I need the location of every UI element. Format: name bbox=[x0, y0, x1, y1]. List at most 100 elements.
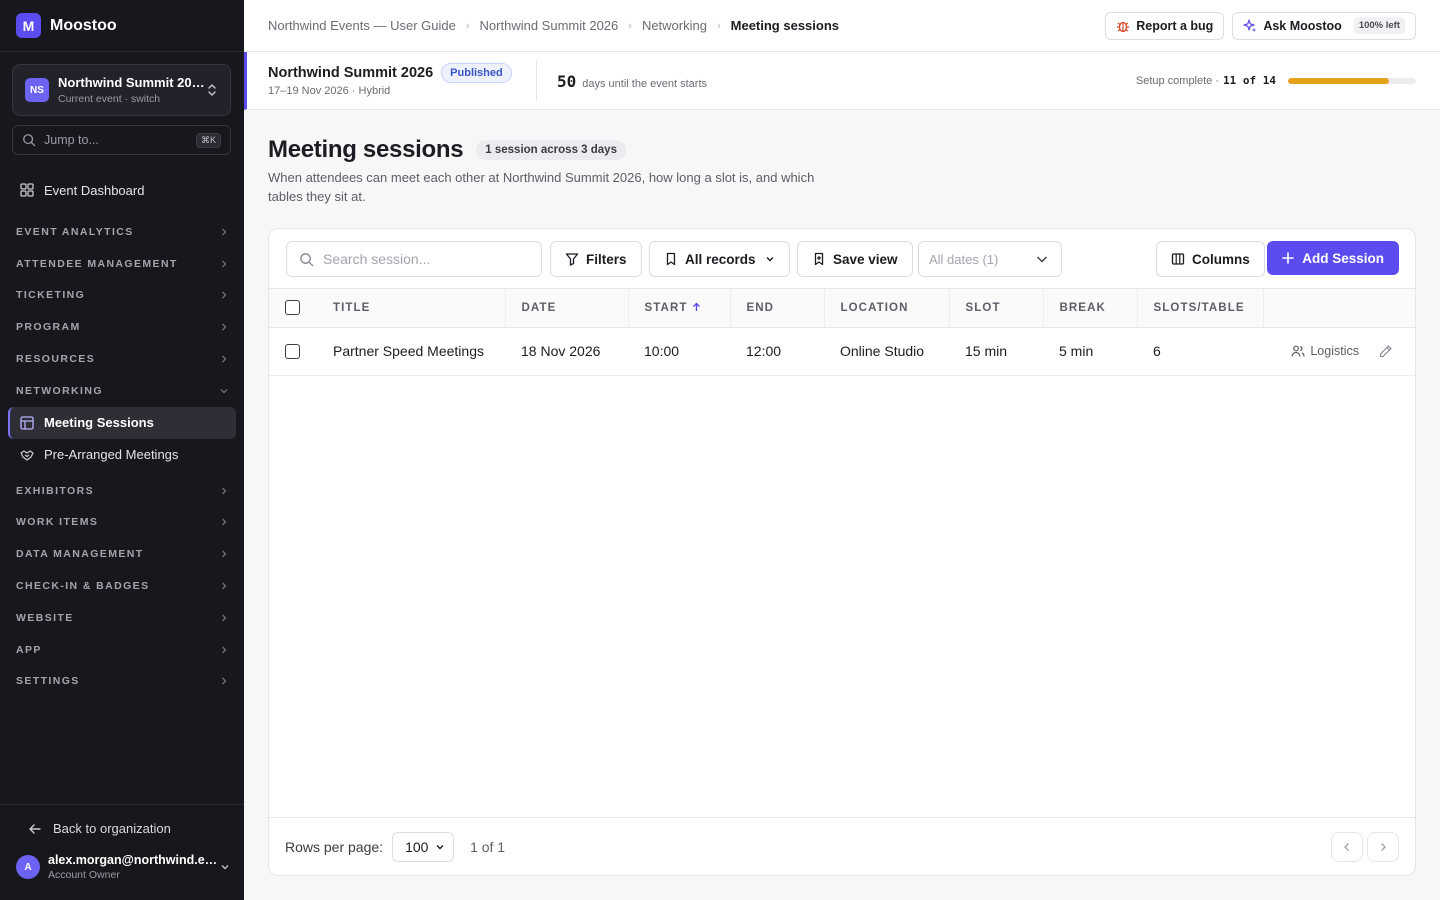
breadcrumb-item[interactable]: Networking bbox=[642, 18, 707, 33]
filters-button[interactable]: Filters bbox=[550, 241, 642, 277]
sidebar-section-label: SETTINGS bbox=[16, 675, 80, 688]
date-filter-select[interactable]: All dates (1) bbox=[918, 241, 1062, 277]
chevron-right-icon bbox=[222, 260, 227, 268]
chevron-right-icon bbox=[222, 646, 227, 654]
page-title: Meeting sessions bbox=[268, 136, 464, 163]
chevron-right-icon bbox=[222, 614, 227, 622]
chevron-right-icon: › bbox=[628, 19, 632, 32]
sidebar-section-label: DATA MANAGEMENT bbox=[16, 548, 144, 561]
rows-per-page-select[interactable]: 100 bbox=[392, 831, 455, 862]
column-header-actions bbox=[1263, 289, 1415, 328]
cell-slots-per-table: 6 bbox=[1137, 327, 1263, 376]
add-session-label: Add Session bbox=[1302, 250, 1384, 266]
select-all-checkbox[interactable] bbox=[285, 300, 300, 316]
sidebar-section-settings[interactable]: SETTINGS bbox=[8, 666, 236, 698]
columns-icon bbox=[1171, 253, 1185, 265]
columns-button[interactable]: Columns bbox=[1156, 241, 1265, 277]
sidebar-item-pre-arranged-meetings[interactable]: Pre-Arranged Meetings bbox=[8, 439, 236, 471]
save-view-button[interactable]: Save view bbox=[797, 241, 913, 277]
back-to-organization-link[interactable]: Back to organization bbox=[28, 821, 171, 836]
next-page-button[interactable] bbox=[1367, 831, 1399, 862]
cell-title: Partner Speed Meetings bbox=[317, 327, 505, 376]
column-header-slots-per-table[interactable]: SLOTS/TABLE bbox=[1137, 289, 1264, 328]
sidebar-section-attendee-management[interactable]: ATTENDEE MANAGEMENT bbox=[8, 248, 236, 280]
sidebar-section-work-items[interactable]: WORK ITEMS bbox=[8, 507, 236, 539]
cell-start: 10:00 bbox=[628, 327, 730, 376]
date-filter-value: All dates (1) bbox=[929, 251, 999, 267]
sidebar-section-check-in-badges[interactable]: CHECK-IN & BADGES bbox=[8, 570, 236, 602]
previous-page-button[interactable] bbox=[1331, 831, 1363, 862]
saved-views-dropdown[interactable]: All records bbox=[649, 241, 790, 277]
user-role: Account Owner bbox=[48, 869, 120, 881]
row-checkbox[interactable] bbox=[285, 344, 300, 360]
sidebar-section-label: TICKETING bbox=[16, 289, 86, 302]
add-session-button[interactable]: Add Session bbox=[1267, 241, 1399, 275]
avatar: A bbox=[16, 855, 40, 879]
jump-to-search[interactable]: Jump to... ⌘K bbox=[12, 125, 231, 155]
setup-progress-bar bbox=[1288, 77, 1416, 84]
app-name: Moostoo bbox=[50, 16, 117, 34]
columns-label: Columns bbox=[1192, 251, 1250, 267]
countdown-value: 50 bbox=[557, 72, 577, 91]
column-header-start[interactable]: START bbox=[628, 289, 731, 328]
chevron-right-icon: › bbox=[716, 19, 721, 32]
user-menu[interactable]: A alex.morgan@northwind.events Account O… bbox=[16, 853, 230, 881]
sidebar-section-website[interactable]: WEBSITE bbox=[8, 602, 236, 634]
sidebar-section-label: CHECK-IN & BADGES bbox=[16, 580, 150, 593]
sidebar-section-exhibitors[interactable]: EXHIBITORS bbox=[8, 475, 236, 507]
page-description: When attendees can meet each other at No… bbox=[268, 170, 815, 204]
column-header-location[interactable]: LOCATION bbox=[824, 289, 950, 328]
page-info: 1 of 1 bbox=[470, 838, 506, 855]
column-header-end[interactable]: END bbox=[730, 289, 825, 328]
bookmark-plus-icon bbox=[814, 252, 824, 266]
quota-badge: 100% left bbox=[1353, 17, 1405, 34]
sidebar-section-app[interactable]: APP bbox=[8, 634, 236, 666]
saved-views-label: All records bbox=[685, 251, 756, 267]
event-switcher-subtitle: Current event · switch bbox=[58, 93, 161, 105]
table-row[interactable]: Partner Speed Meetings 18 Nov 2026 10:00… bbox=[269, 327, 1415, 376]
pencil-icon[interactable] bbox=[1378, 344, 1393, 359]
cell-location: Online Studio bbox=[824, 327, 949, 376]
page-header: Meeting sessions 1 session across 3 days bbox=[268, 136, 626, 164]
breadcrumb-item[interactable]: Northwind Summit 2026 bbox=[480, 18, 619, 33]
column-header-break[interactable]: BREAK bbox=[1043, 289, 1138, 328]
column-header-slot[interactable]: SLOT bbox=[949, 289, 1044, 328]
table-header-row: TITLE DATE START END LOCATION SLOT BREAK… bbox=[269, 289, 1415, 328]
chevron-down-icon bbox=[221, 865, 229, 870]
column-header-title[interactable]: TITLE bbox=[317, 289, 506, 328]
event-switcher-name: Northwind Summit 2026 bbox=[58, 75, 206, 90]
chevron-right-icon bbox=[222, 228, 227, 236]
sidebar-item-meeting-sessions[interactable]: Meeting Sessions bbox=[8, 406, 236, 439]
report-bug-button[interactable]: Report a bug bbox=[1105, 11, 1225, 40]
ask-assistant-label: Ask Moostoo bbox=[1263, 18, 1342, 33]
dashboard-icon bbox=[20, 183, 34, 197]
sidebar-section-ticketing[interactable]: TICKETING bbox=[8, 280, 236, 312]
event-countdown: 50 days until the event starts bbox=[557, 72, 707, 91]
search-input[interactable] bbox=[323, 251, 523, 267]
chevron-left-icon bbox=[1344, 842, 1349, 851]
sidebar-section-resources[interactable]: RESOURCES bbox=[8, 343, 236, 375]
ask-assistant-button[interactable]: Ask Moostoo 100% left bbox=[1232, 11, 1416, 40]
sidebar-section-label: ATTENDEE MANAGEMENT bbox=[16, 257, 178, 270]
app-logo: M bbox=[16, 13, 41, 38]
breadcrumb-item[interactable]: Northwind Events — User Guide bbox=[268, 18, 456, 33]
sidebar-section-label: PROGRAM bbox=[16, 321, 81, 334]
sidebar-section-event-analytics[interactable]: EVENT ANALYTICS bbox=[8, 216, 236, 248]
sidebar-section-label: WORK ITEMS bbox=[16, 516, 99, 529]
sidebar-section-data-management[interactable]: DATA MANAGEMENT bbox=[8, 538, 236, 570]
rows-per-page-label: Rows per page: bbox=[285, 838, 384, 855]
breadcrumb: Northwind Events — User Guide › Northwin… bbox=[268, 18, 1097, 33]
user-email: alex.morgan@northwind.events bbox=[48, 853, 220, 867]
chevron-down-icon bbox=[1037, 256, 1047, 263]
column-header-date[interactable]: DATE bbox=[505, 289, 629, 328]
cell-slot: 15 min bbox=[949, 327, 1043, 376]
table-toolbar: Filters All records Save view All dates … bbox=[269, 229, 1415, 289]
sidebar-section-label: APP bbox=[16, 643, 42, 656]
sidebar-item-event-dashboard[interactable]: Event Dashboard bbox=[8, 174, 236, 206]
sidebar-section-program[interactable]: PROGRAM bbox=[8, 311, 236, 343]
logistics-button[interactable]: Logistics bbox=[1291, 344, 1359, 358]
sidebar-section-networking[interactable]: NETWORKING bbox=[8, 375, 236, 407]
cell-date: 18 Nov 2026 bbox=[505, 327, 628, 376]
setup-value: 11 of 14 bbox=[1223, 74, 1276, 87]
event-switcher[interactable]: NS Northwind Summit 2026 Current event ·… bbox=[12, 64, 231, 116]
